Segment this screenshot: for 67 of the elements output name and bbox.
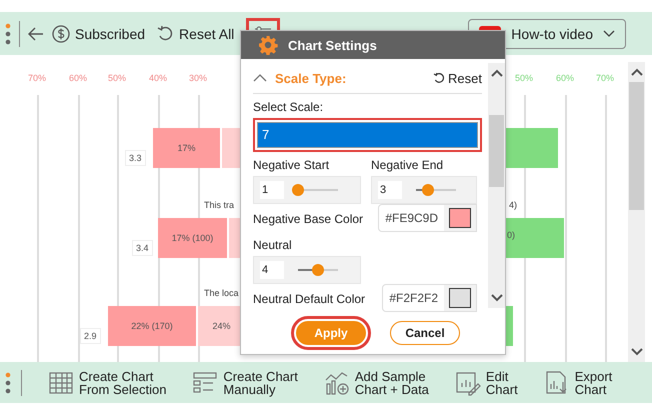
subscribed-button[interactable]: Subscribed [52, 24, 146, 42]
slider-thumb[interactable] [422, 184, 434, 196]
toolbar-button[interactable]: Export Chart [544, 370, 612, 396]
scroll-up-icon[interactable] [490, 69, 502, 77]
positive-bar [506, 306, 513, 346]
axis-label: 50% [514, 73, 534, 83]
reset-button[interactable]: Reset [433, 70, 482, 86]
data-note: The loca [202, 287, 241, 299]
manual-chart-icon [192, 370, 218, 396]
scroll-down-icon[interactable] [630, 348, 642, 356]
field-label: Neutral [253, 238, 293, 252]
positive-bar [506, 218, 564, 258]
color-swatch[interactable] [449, 288, 471, 308]
bar-label: 0) [507, 230, 516, 240]
table-chart-icon [48, 370, 74, 396]
axis-label: 30% [188, 73, 208, 83]
more-icon[interactable] [5, 372, 11, 394]
edit-chart-icon [454, 370, 481, 396]
field-label: Negative End [371, 158, 444, 172]
score-label: 3.4 [132, 240, 153, 256]
toolbar-button[interactable]: Create Chart From Selection [48, 370, 166, 396]
scroll-up-icon[interactable] [630, 68, 642, 76]
scroll-down-icon[interactable] [490, 294, 502, 302]
number-input[interactable]: 4 [260, 261, 284, 279]
data-note: 4) [508, 199, 518, 211]
reset-all-button[interactable]: Reset All [157, 25, 234, 42]
chevron-down-icon [603, 30, 615, 38]
color-input[interactable]: #FE9C9D [378, 204, 477, 232]
negative-bar: 22% (170) [108, 306, 196, 346]
axis-label: 70% [26, 73, 47, 83]
field-label: Neutral Default Color [253, 292, 366, 306]
number-input[interactable]: 1 [260, 181, 284, 199]
scrollbar[interactable] [628, 62, 645, 362]
score-label: 2.9 [80, 328, 101, 344]
more-icon[interactable] [5, 22, 11, 44]
number-input[interactable]: 3 [378, 181, 402, 199]
back-arrow-icon[interactable] [28, 26, 44, 40]
field-label: Negative Base Color [253, 212, 364, 226]
dialog-title: Chart Settings [288, 38, 377, 52]
negative-bar: 17% (100) [158, 218, 227, 258]
dialog-scrollbar[interactable] [488, 63, 505, 308]
field-label: Negative Start [253, 158, 330, 172]
score-label: 3.3 [125, 150, 146, 166]
toolbar-button[interactable]: Create Chart Manually [192, 370, 298, 396]
color-input[interactable]: #F2F2F2 [382, 284, 477, 312]
toolbar-button[interactable]: Edit Chart [454, 370, 518, 396]
gear-icon [258, 35, 278, 55]
dollar-icon [52, 24, 70, 42]
cancel-button[interactable]: Cancel [390, 321, 460, 345]
axis-label: 70% [594, 73, 615, 83]
undo-icon [157, 25, 174, 42]
data-note: This tra [202, 199, 236, 211]
slider-thumb[interactable] [292, 184, 304, 196]
axis-label: 60% [68, 73, 88, 83]
color-swatch[interactable] [449, 208, 471, 228]
slider-thumb[interactable] [312, 264, 324, 276]
chevron-icon [253, 74, 267, 82]
undo-icon [433, 72, 446, 84]
scale-select[interactable]: 7 [257, 122, 478, 148]
axis-label: 60% [554, 73, 575, 83]
negative-bar: 17% [153, 128, 220, 168]
axis-label: 40% [148, 73, 168, 83]
field-label: Select Scale: [253, 100, 324, 114]
axis-label: 50% [106, 73, 127, 83]
sample-chart-icon [324, 370, 350, 396]
toolbar-button[interactable]: Add Sample Chart + Data [324, 370, 429, 396]
positive-bar [506, 128, 558, 168]
